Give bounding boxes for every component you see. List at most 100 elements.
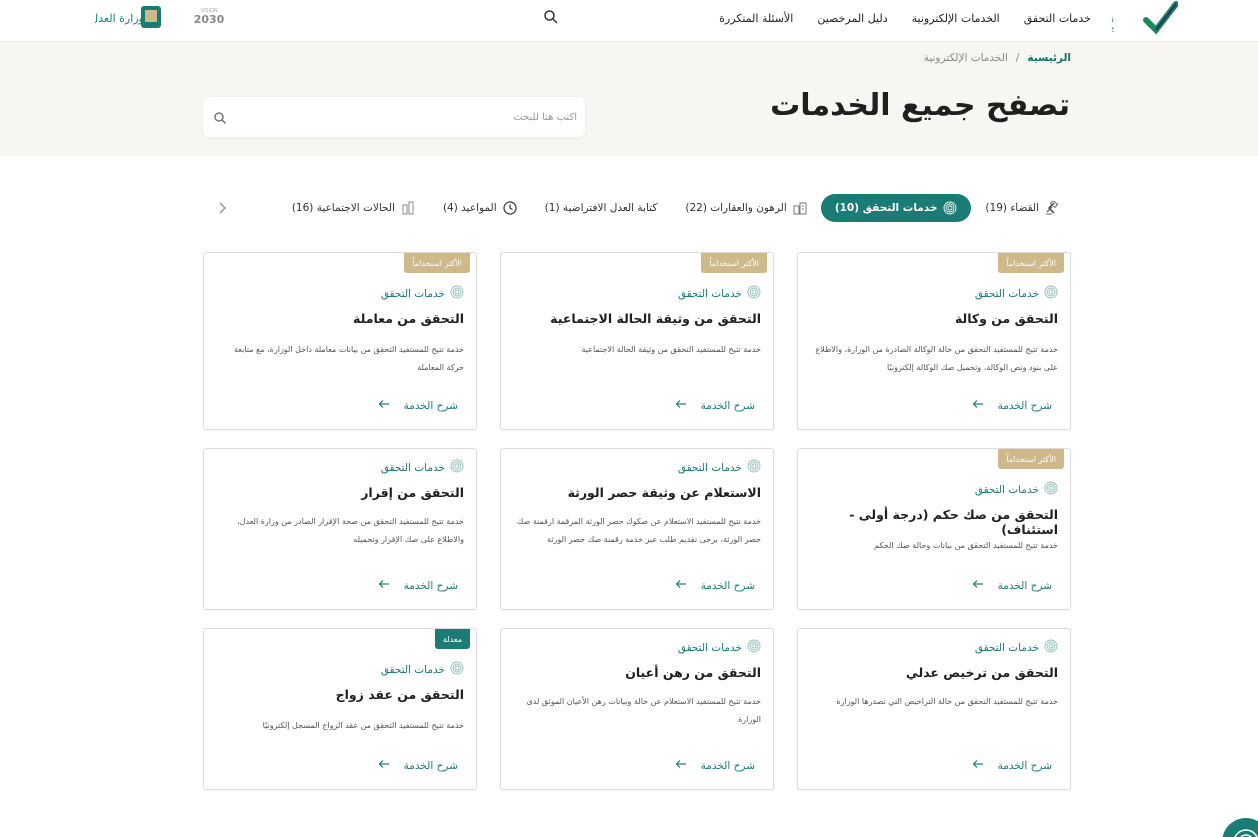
service-details-link[interactable]: شرح الخدمة	[675, 399, 755, 412]
service-details-link[interactable]: شرح الخدمة	[972, 759, 1052, 772]
service-card-social-status-document[interactable]: الأكثر استخداماً خدمات التحقق التحقق من …	[500, 252, 774, 430]
fingerprint-icon	[943, 201, 957, 215]
arrow-left-icon	[378, 579, 390, 592]
card-description: خدمة تتيح للمستفيد الاستعلام عن حالة وبي…	[526, 697, 761, 724]
card-title: التحقق من إقرار	[361, 485, 464, 500]
most-used-badge: الأكثر استخداماً	[998, 449, 1064, 469]
fingerprint-icon	[747, 285, 761, 302]
main-nav: خدمات التحقق الخدمات الإلكترونية دليل ال…	[707, 0, 1103, 36]
arrow-left-icon	[972, 759, 984, 772]
service-details-label: شرح الخدمة	[700, 579, 755, 592]
service-details-label: شرح الخدمة	[700, 759, 755, 772]
tabs-next-arrow[interactable]	[215, 200, 229, 216]
fingerprint-icon	[450, 285, 464, 302]
card-category: خدمات التحقق	[381, 459, 464, 476]
service-card-power-of-attorney[interactable]: الأكثر استخداماً خدمات التحقق التحقق من …	[797, 252, 1071, 430]
service-details-link[interactable]: شرح الخدمة	[378, 759, 458, 772]
card-category-label: خدمات التحقق	[380, 663, 445, 676]
fingerprint-icon	[1044, 285, 1058, 302]
card-category: خدمات التحقق	[975, 481, 1058, 498]
fingerprint-icon	[1044, 639, 1058, 656]
hero-section: الرئيسية / الخدمات الإلكترونية تصفح جميع…	[0, 42, 1258, 156]
service-card-heirs-document[interactable]: خدمات التحقق الاستعلام عن وثيقة حصر الور…	[500, 448, 774, 610]
card-category-label: خدمات التحقق	[380, 287, 445, 300]
service-details-link[interactable]: شرح الخدمة	[378, 579, 458, 592]
tab-label: الرهون والعقارات (22)	[685, 202, 787, 214]
service-search-box	[203, 97, 585, 137]
most-used-badge: الأكثر استخداماً	[404, 253, 470, 273]
card-category-label: خدمات التحقق	[974, 641, 1039, 654]
svg-text:ناجز: ناجز	[1112, 14, 1114, 25]
breadcrumb-home[interactable]: الرئيسية	[1027, 52, 1071, 64]
service-card-marriage-contract[interactable]: معدلة خدمات التحقق التحقق من عقد زواج خد…	[203, 628, 477, 790]
service-card-acknowledgment[interactable]: خدمات التحقق التحقق من إقرار خدمة تتيح ل…	[203, 448, 477, 610]
tab-label: خدمات التحقق (10)	[834, 202, 938, 214]
tab-verification-services[interactable]: خدمات التحقق (10)	[820, 194, 972, 222]
buildings-icon	[793, 201, 807, 215]
service-search-input[interactable]	[233, 97, 585, 137]
card-title: التحقق من وكالة	[954, 311, 1058, 326]
search-icon[interactable]	[543, 9, 559, 25]
svg-text:وزارة العدل: وزارة العدل	[95, 12, 144, 25]
category-tabs: القضاء (19) خدمات التحقق (10) الرهون وال…	[278, 194, 1073, 222]
service-card-legal-license[interactable]: خدمات التحقق التحقق من ترخيص عدلي خدمة ت…	[797, 628, 1071, 790]
arrow-left-icon	[675, 399, 687, 412]
nav-verification-services[interactable]: خدمات التحقق	[1012, 12, 1103, 25]
service-details-label: شرح الخدمة	[997, 579, 1052, 592]
card-category: خدمات التحقق	[381, 285, 464, 302]
breadcrumb: الرئيسية / الخدمات الإلكترونية	[924, 52, 1071, 64]
nav-e-services[interactable]: الخدمات الإلكترونية	[900, 12, 1012, 25]
service-details-label: شرح الخدمة	[997, 399, 1052, 412]
gov-logos: 2030 VISION وزارة العدل	[90, 4, 229, 32]
gavel-icon	[1045, 199, 1059, 215]
floating-help-button[interactable]	[1222, 818, 1258, 837]
clock-icon	[503, 201, 517, 215]
card-description: خدمة تتيح للمستفيد التحقق من وثيقة الحال…	[581, 345, 761, 354]
service-details-link[interactable]: شرح الخدمة	[675, 579, 755, 592]
fingerprint-icon	[450, 661, 464, 678]
card-category: خدمات التحقق	[975, 639, 1058, 656]
tab-judiciary[interactable]: القضاء (19)	[971, 194, 1073, 222]
najiz-logo[interactable]: ناجز najiz	[1095, 0, 1179, 36]
service-details-label: شرح الخدمة	[700, 399, 755, 412]
search-icon[interactable]	[213, 110, 227, 124]
card-title: التحقق من رهن أعيان	[625, 665, 761, 680]
tab-virtual-notary[interactable]: كتابة العدل الافتراضية (1)	[531, 194, 672, 222]
most-used-badge: الأكثر استخداماً	[701, 253, 767, 273]
card-category: خدمات التحقق	[678, 285, 761, 302]
arrow-left-icon	[378, 399, 390, 412]
service-card-judgment-deed[interactable]: الأكثر استخداماً خدمات التحقق التحقق من …	[797, 448, 1071, 610]
card-category-label: خدمات التحقق	[677, 641, 742, 654]
service-details-link[interactable]: شرح الخدمة	[675, 759, 755, 772]
card-category: خدمات التحقق	[678, 459, 761, 476]
card-description: خدمة تتيح للمستفيد التحقق من بيانات وحال…	[874, 541, 1058, 550]
card-title: التحقق من وثيقة الحالة الاجتماعية	[550, 311, 761, 326]
modified-badge: معدلة	[434, 629, 470, 649]
tab-label: المواعيد (4)	[442, 202, 497, 214]
top-navbar: ناجز najiz خدمات التحقق الخدمات الإلكترو…	[0, 0, 1258, 42]
fingerprint-icon	[1044, 481, 1058, 498]
arrow-left-icon	[675, 579, 687, 592]
card-title: التحقق من عقد زواج	[335, 687, 464, 702]
tab-mortgages-real-estate[interactable]: الرهون والعقارات (22)	[671, 194, 820, 222]
nav-faq[interactable]: الأسئلة المتكررة	[707, 12, 805, 25]
service-details-label: شرح الخدمة	[403, 759, 458, 772]
arrow-left-icon	[972, 399, 984, 412]
tab-social-status[interactable]: الحالات الاجتماعية (16)	[278, 194, 429, 222]
card-category-label: خدمات التحقق	[974, 483, 1039, 496]
service-card-transaction[interactable]: الأكثر استخداماً خدمات التحقق التحقق من …	[203, 252, 477, 430]
service-card-asset-mortgage[interactable]: خدمات التحقق التحقق من رهن أعيان خدمة تت…	[500, 628, 774, 790]
card-title: الاستعلام عن وثيقة حصر الورثة	[567, 485, 761, 500]
service-details-link[interactable]: شرح الخدمة	[972, 399, 1052, 412]
tab-label: كتابة العدل الافتراضية (1)	[544, 202, 658, 214]
card-category: خدمات التحقق	[678, 639, 761, 656]
tab-label: الحالات الاجتماعية (16)	[291, 202, 395, 214]
tab-appointments[interactable]: المواعيد (4)	[429, 194, 531, 222]
svg-text:2030: 2030	[194, 13, 225, 26]
service-details-link[interactable]: شرح الخدمة	[972, 579, 1052, 592]
service-details-link[interactable]: شرح الخدمة	[378, 399, 458, 412]
arrow-left-icon	[378, 759, 390, 772]
nav-licensees-guide[interactable]: دليل المرخصين	[805, 12, 899, 25]
arrow-left-icon	[972, 579, 984, 592]
tab-label: القضاء (19)	[985, 202, 1039, 214]
